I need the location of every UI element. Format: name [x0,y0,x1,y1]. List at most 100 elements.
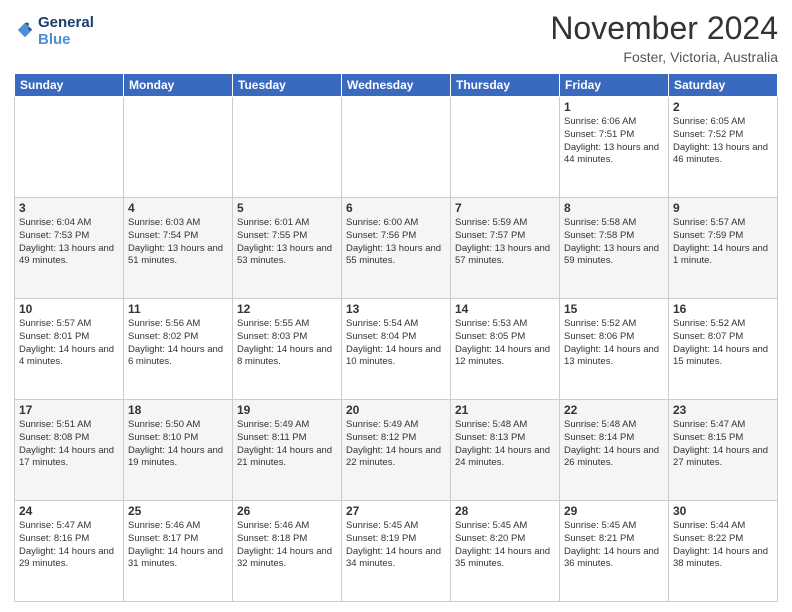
day-number: 25 [128,504,228,518]
day-number: 10 [19,302,119,316]
week-row-1: 3 Sunrise: 6:04 AM Sunset: 7:53 PM Daylig… [15,198,778,299]
day-cell: 15 Sunrise: 5:52 AM Sunset: 8:06 PM Dayli… [560,299,669,400]
week-row-2: 10 Sunrise: 5:57 AM Sunset: 8:01 PM Dayli… [15,299,778,400]
day-number: 22 [564,403,664,417]
day-number: 5 [237,201,337,215]
day-number: 7 [455,201,555,215]
logo-icon [16,21,34,39]
day-info: Sunrise: 5:52 AM Sunset: 8:07 PM Dayligh… [673,318,773,369]
day-info: Sunrise: 5:51 AM Sunset: 8:08 PM Dayligh… [19,419,119,470]
day-cell: 2Sunrise: 6:05 AM Sunset: 7:52 PM Daylig… [669,97,778,198]
day-cell: 7 Sunrise: 5:59 AM Sunset: 7:57 PM Daylig… [451,198,560,299]
day-info: Sunrise: 5:44 AM Sunset: 8:22 PM Dayligh… [673,520,773,571]
day-cell [15,97,124,198]
day-cell: 18 Sunrise: 5:50 AM Sunset: 8:10 PM Dayli… [124,400,233,501]
day-cell: 30Sunrise: 5:44 AM Sunset: 8:22 PM Dayli… [669,501,778,602]
logo: General Blue [14,14,94,49]
day-cell: 4 Sunrise: 6:03 AM Sunset: 7:54 PM Daylig… [124,198,233,299]
day-cell: 29 Sunrise: 5:45 AM Sunset: 8:21 PM Dayli… [560,501,669,602]
day-info: Sunrise: 5:46 AM Sunset: 8:17 PM Dayligh… [128,520,228,571]
day-info: Sunrise: 5:54 AM Sunset: 8:04 PM Dayligh… [346,318,446,369]
day-number: 24 [19,504,119,518]
day-cell: 3 Sunrise: 6:04 AM Sunset: 7:53 PM Daylig… [15,198,124,299]
day-number: 23 [673,403,773,417]
day-number: 16 [673,302,773,316]
page: General Blue November 2024 Foster, Victo… [0,0,792,612]
day-info: Sunrise: 6:00 AM Sunset: 7:56 PM Dayligh… [346,217,446,268]
day-info: Sunrise: 5:45 AM Sunset: 8:20 PM Dayligh… [455,520,555,571]
day-number: 20 [346,403,446,417]
day-number: 9 [673,201,773,215]
day-info: Sunrise: 5:47 AM Sunset: 8:16 PM Dayligh… [19,520,119,571]
day-cell [342,97,451,198]
day-cell [233,97,342,198]
location: Foster, Victoria, Australia [550,49,778,65]
day-cell: 19 Sunrise: 5:49 AM Sunset: 8:11 PM Dayli… [233,400,342,501]
col-header-thursday: Thursday [451,74,560,97]
day-info: Sunrise: 5:59 AM Sunset: 7:57 PM Dayligh… [455,217,555,268]
day-number: 18 [128,403,228,417]
day-info: Sunrise: 6:06 AM Sunset: 7:51 PM Dayligh… [564,116,664,167]
day-cell: 23 Sunrise: 5:47 AM Sunset: 8:15 PM Dayli… [669,400,778,501]
logo-text-line1: General [38,14,94,31]
day-number: 28 [455,504,555,518]
day-cell: 6 Sunrise: 6:00 AM Sunset: 7:56 PM Daylig… [342,198,451,299]
day-info: Sunrise: 5:49 AM Sunset: 8:11 PM Dayligh… [237,419,337,470]
day-info: Sunrise: 5:57 AM Sunset: 8:01 PM Dayligh… [19,318,119,369]
logo-text-line2: Blue [38,31,94,48]
day-info: Sunrise: 5:47 AM Sunset: 8:15 PM Dayligh… [673,419,773,470]
day-info: Sunrise: 5:45 AM Sunset: 8:19 PM Dayligh… [346,520,446,571]
week-row-4: 24 Sunrise: 5:47 AM Sunset: 8:16 PM Dayli… [15,501,778,602]
day-info: Sunrise: 6:03 AM Sunset: 7:54 PM Dayligh… [128,217,228,268]
day-cell: 9 Sunrise: 5:57 AM Sunset: 7:59 PM Daylig… [669,198,778,299]
day-info: Sunrise: 5:45 AM Sunset: 8:21 PM Dayligh… [564,520,664,571]
day-info: Sunrise: 5:53 AM Sunset: 8:05 PM Dayligh… [455,318,555,369]
day-info: Sunrise: 5:52 AM Sunset: 8:06 PM Dayligh… [564,318,664,369]
day-cell: 8Sunrise: 5:58 AM Sunset: 7:58 PM Daylig… [560,198,669,299]
col-header-sunday: Sunday [15,74,124,97]
day-info: Sunrise: 5:50 AM Sunset: 8:10 PM Dayligh… [128,419,228,470]
day-number: 6 [346,201,446,215]
day-number: 3 [19,201,119,215]
day-number: 1 [564,100,664,114]
day-number: 12 [237,302,337,316]
day-cell: 17 Sunrise: 5:51 AM Sunset: 8:08 PM Dayli… [15,400,124,501]
day-number: 19 [237,403,337,417]
day-number: 2 [673,100,773,114]
day-cell: 13 Sunrise: 5:54 AM Sunset: 8:04 PM Dayli… [342,299,451,400]
day-cell [124,97,233,198]
col-header-saturday: Saturday [669,74,778,97]
day-info: Sunrise: 5:55 AM Sunset: 8:03 PM Dayligh… [237,318,337,369]
day-cell: 16 Sunrise: 5:52 AM Sunset: 8:07 PM Dayli… [669,299,778,400]
col-header-wednesday: Wednesday [342,74,451,97]
day-info: Sunrise: 5:57 AM Sunset: 7:59 PM Dayligh… [673,217,773,268]
day-cell: 21Sunrise: 5:48 AM Sunset: 8:13 PM Dayli… [451,400,560,501]
day-number: 11 [128,302,228,316]
day-cell: 26Sunrise: 5:46 AM Sunset: 8:18 PM Dayli… [233,501,342,602]
day-cell: 12 Sunrise: 5:55 AM Sunset: 8:03 PM Dayli… [233,299,342,400]
week-row-0: 1 Sunrise: 6:06 AM Sunset: 7:51 PM Daylig… [15,97,778,198]
day-cell: 22 Sunrise: 5:48 AM Sunset: 8:14 PM Dayli… [560,400,669,501]
day-cell: 28 Sunrise: 5:45 AM Sunset: 8:20 PM Dayli… [451,501,560,602]
day-cell: 5Sunrise: 6:01 AM Sunset: 7:55 PM Daylig… [233,198,342,299]
day-cell: 20 Sunrise: 5:49 AM Sunset: 8:12 PM Dayli… [342,400,451,501]
day-number: 17 [19,403,119,417]
day-cell: 24 Sunrise: 5:47 AM Sunset: 8:16 PM Dayli… [15,501,124,602]
day-number: 15 [564,302,664,316]
day-number: 26 [237,504,337,518]
day-cell: 1 Sunrise: 6:06 AM Sunset: 7:51 PM Daylig… [560,97,669,198]
day-info: Sunrise: 6:04 AM Sunset: 7:53 PM Dayligh… [19,217,119,268]
day-number: 4 [128,201,228,215]
day-number: 13 [346,302,446,316]
day-number: 29 [564,504,664,518]
day-number: 14 [455,302,555,316]
day-info: Sunrise: 5:49 AM Sunset: 8:12 PM Dayligh… [346,419,446,470]
day-cell: 11Sunrise: 5:56 AM Sunset: 8:02 PM Dayli… [124,299,233,400]
day-info: Sunrise: 5:48 AM Sunset: 8:14 PM Dayligh… [564,419,664,470]
month-title: November 2024 [550,10,778,47]
day-info: Sunrise: 5:58 AM Sunset: 7:58 PM Dayligh… [564,217,664,268]
day-cell: 25 Sunrise: 5:46 AM Sunset: 8:17 PM Dayli… [124,501,233,602]
title-block: November 2024 Foster, Victoria, Australi… [550,10,778,65]
header: General Blue November 2024 Foster, Victo… [14,10,778,65]
col-header-monday: Monday [124,74,233,97]
